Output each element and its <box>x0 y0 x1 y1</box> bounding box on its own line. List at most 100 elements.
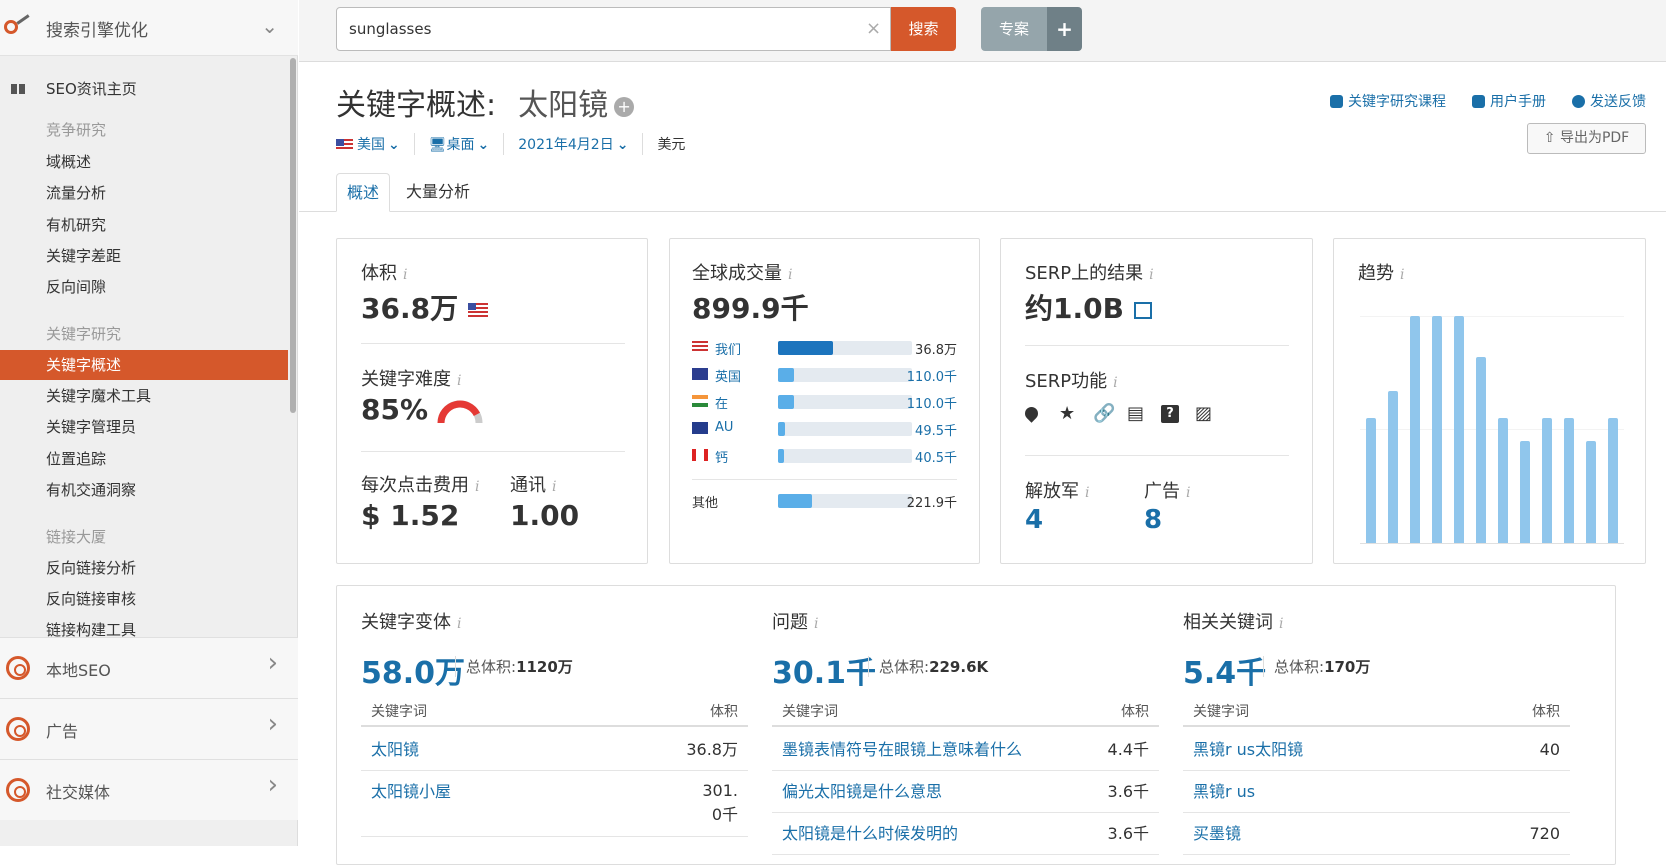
keyword-count[interactable]: 5.4千 <box>1183 648 1266 692</box>
trend-bar[interactable] <box>1520 440 1530 543</box>
sidebar-item[interactable]: 流量分析 <box>0 178 288 208</box>
country-volume: 110.0千 <box>906 370 957 385</box>
course-link[interactable]: 关键字研究课程 <box>1330 91 1446 111</box>
info-icon[interactable]: i <box>403 267 407 283</box>
info-icon[interactable]: i <box>814 616 818 632</box>
page-title: 关键字概述: 太阳镜 + <box>336 80 635 124</box>
info-icon[interactable]: i <box>457 373 461 389</box>
manual-link[interactable]: 用户手册 <box>1472 91 1546 111</box>
info-icon[interactable]: i <box>475 479 479 495</box>
global-volume-value: 899.9千 <box>692 292 809 325</box>
tab-bulk-analysis[interactable]: 大量分析 <box>396 173 480 212</box>
sidebar-section[interactable]: 广告 › <box>0 698 298 759</box>
info-icon[interactable]: i <box>457 616 461 632</box>
serp-features-label: SERP功能 <box>1025 371 1108 392</box>
chevron-right-icon: › <box>267 709 278 739</box>
keyword-link[interactable]: 墨镜表情符号在眼镜上意味着什么 <box>782 740 1022 759</box>
sidebar-item[interactable]: 关键字概述 <box>0 350 288 380</box>
column-title: 相关关键词 i <box>1183 612 1284 633</box>
trend-bar[interactable] <box>1476 356 1486 543</box>
trend-bar[interactable] <box>1498 418 1508 543</box>
country-row[interactable]: 钙 40.5千 <box>692 446 957 466</box>
info-icon[interactable]: i <box>1400 267 1404 283</box>
country-row[interactable]: 我们 36.8万 <box>692 338 957 358</box>
keyword-link[interactable]: 黑镜r us太阳镜 <box>1193 740 1303 759</box>
search-button[interactable]: 搜索 <box>891 7 956 51</box>
link-icon[interactable]: 🔗 <box>1093 403 1115 424</box>
device-select[interactable]: 🖥桌面 ⌄ <box>429 134 490 154</box>
export-pdf-button[interactable]: ⇧ 导出为PDF <box>1527 123 1646 154</box>
image-icon[interactable]: ▨ <box>1195 403 1212 424</box>
add-keyword-icon[interactable]: + <box>614 96 635 117</box>
location-icon[interactable] <box>1022 404 1041 423</box>
trend-bar[interactable] <box>1366 418 1376 543</box>
trend-bar[interactable] <box>1564 418 1574 543</box>
info-icon[interactable]: i <box>1279 616 1283 632</box>
keyword-count[interactable]: 58.0万 <box>361 648 465 692</box>
search-input[interactable]: sunglasses <box>336 7 891 51</box>
sidebar-item-seo-home[interactable]: SEO资讯主页 <box>0 74 288 104</box>
sidebar-item[interactable]: 域概述 <box>0 147 288 177</box>
country-row[interactable]: 英国 110.0千 <box>692 365 957 385</box>
sidebar-item[interactable]: 关键字管理员 <box>0 412 288 442</box>
news-icon[interactable]: ▤ <box>1127 403 1144 424</box>
trend-bar[interactable] <box>1410 316 1420 543</box>
keyword-link[interactable]: 偏光太阳镜是什么意思 <box>782 782 942 801</box>
grid-icon <box>11 84 25 94</box>
sidebar-item[interactable]: 有机交通洞察 <box>0 475 288 505</box>
trend-bar[interactable] <box>1542 418 1552 543</box>
country-select[interactable]: 美国 ⌄ <box>336 134 400 154</box>
volume-card: 体积 i 36.8万 关键字难度 i 85% 每次点击费用 i $ 1.52 通讯 i … <box>336 238 648 564</box>
serp-snapshot-icon[interactable] <box>1133 301 1152 319</box>
total-volume: 总体积:1120万 <box>455 656 573 677</box>
sidebar-item-label: SEO资讯主页 <box>46 80 137 98</box>
feedback-link[interactable]: 发送反馈 <box>1572 91 1646 111</box>
sidebar-scrollbar[interactable] <box>290 58 296 413</box>
date-select[interactable]: 2021年4月2日 ⌄ <box>518 134 628 154</box>
info-icon[interactable]: i <box>788 267 792 283</box>
project-button[interactable]: 专案 <box>981 7 1047 51</box>
star-icon[interactable]: ★ <box>1059 403 1075 424</box>
country-name: 钙 <box>715 451 729 466</box>
keyword-link[interactable]: 买墨镜 <box>1193 824 1241 843</box>
keyword-link[interactable]: 太阳镜是什么时候发明的 <box>782 824 958 843</box>
sidebar-item[interactable]: 反向链接审核 <box>0 584 288 614</box>
country-row[interactable]: AU 49.5千 <box>692 419 957 439</box>
trend-bar[interactable] <box>1388 390 1398 543</box>
sidebar-item[interactable]: 关键字差距 <box>0 241 288 271</box>
tab-overview[interactable]: 概述 <box>336 173 391 212</box>
keyword-count[interactable]: 30.1千 <box>772 648 876 692</box>
sidebar-item[interactable]: 反向间隙 <box>0 272 288 302</box>
trend-bar[interactable] <box>1608 418 1618 543</box>
clear-icon[interactable]: × <box>866 18 881 39</box>
sidebar: 搜索引擎优化 ⌄ SEO资讯主页 竞争研究 域概述 流量分析 有机研究 关键字差距 反向间… <box>0 0 298 846</box>
title-keyword: 太阳镜 <box>518 88 609 123</box>
sidebar-section[interactable]: 社交媒体 › <box>0 759 298 820</box>
sidebar-section[interactable]: 本地SEO › <box>0 637 298 698</box>
info-icon[interactable]: i <box>1149 267 1153 283</box>
trend-bar[interactable] <box>1586 440 1596 543</box>
chat-bubble-icon <box>1572 95 1585 108</box>
add-project-button[interactable]: + <box>1047 7 1082 51</box>
trend-bar[interactable] <box>1454 316 1464 543</box>
sidebar-item[interactable]: 关键字魔术工具 <box>0 381 288 411</box>
country-volume: 40.5千 <box>915 451 957 466</box>
sidebar-item[interactable]: 反向链接分析 <box>0 553 288 583</box>
info-icon[interactable]: i <box>552 479 556 495</box>
sidebar-seo-header[interactable]: 搜索引擎优化 ⌄ <box>0 0 298 56</box>
keyword-link[interactable]: 太阳镜小屋 <box>371 782 451 801</box>
info-icon[interactable]: i <box>1113 375 1117 391</box>
volume-bar-track <box>778 368 912 382</box>
sidebar-item[interactable]: 位置追踪 <box>0 444 288 474</box>
other-countries-row[interactable]: 其他 221.9千 <box>692 491 957 511</box>
trend-bar[interactable] <box>1432 316 1442 543</box>
keyword-volume: 3.6千 <box>1107 782 1149 801</box>
question-icon[interactable]: ? <box>1161 405 1179 423</box>
keyword-link[interactable]: 黑镜r us <box>1193 782 1255 801</box>
country-row[interactable]: 在 110.0千 <box>692 392 957 412</box>
keyword-link[interactable]: 太阳镜 <box>371 740 419 759</box>
info-icon[interactable]: i <box>1186 485 1190 501</box>
table-row: 黑镜r us太阳镜 40 <box>1183 729 1570 771</box>
info-icon[interactable]: i <box>1085 485 1089 501</box>
sidebar-item[interactable]: 有机研究 <box>0 210 288 240</box>
